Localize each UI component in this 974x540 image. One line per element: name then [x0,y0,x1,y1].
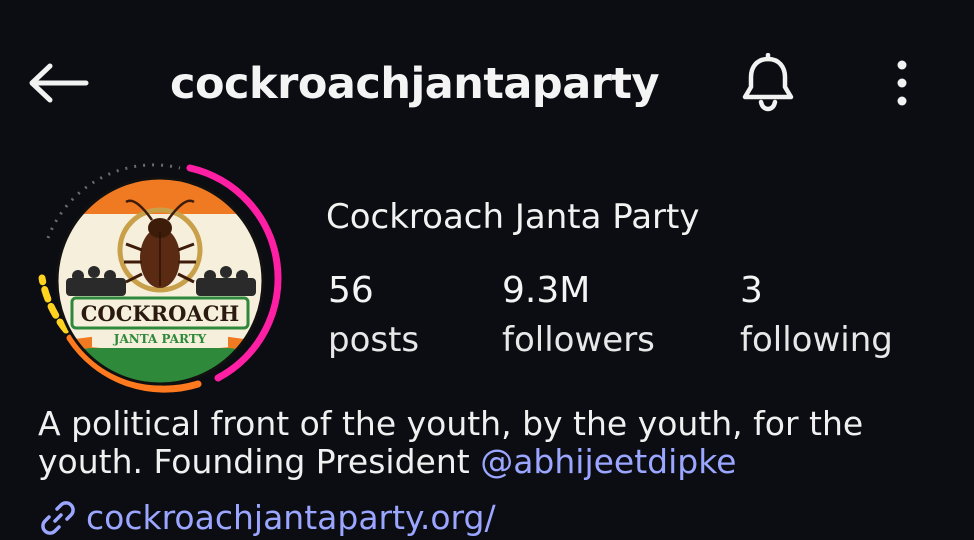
website-link-text: cockroachjantaparty.org/ [86,498,496,537]
stat-followers-value: 9.3M [502,270,591,311]
profile-avatar[interactable]: COCKROACH JANTA PARTY [30,158,290,398]
profile-bio: A political front of the youth, by the y… [38,405,958,481]
stat-following[interactable]: 3 following [740,268,893,366]
more-options-button[interactable] [880,50,924,116]
stat-following-label: following [740,320,893,360]
notifications-button[interactable] [732,50,804,116]
link-icon [41,501,75,535]
bio-mention-link[interactable]: @abhijeetdipke [480,442,736,481]
profile-username: cockroachjantaparty [170,59,660,109]
profile-website-link[interactable]: cockroachjantaparty.org/ [38,496,496,540]
more-vertical-icon [897,60,907,106]
arrow-left-icon [29,63,89,103]
logo-line2: JANTA PARTY [113,332,207,346]
logo-line1: COCKROACH [81,301,240,326]
stat-followers[interactable]: 9.3M followers [502,268,655,366]
stat-posts[interactable]: 56 posts [328,268,419,366]
stat-followers-label: followers [502,320,655,360]
profile-header: cockroachjantaparty [0,0,974,170]
stat-posts-value: 56 [328,270,374,311]
profile-display-name: Cockroach Janta Party [326,197,700,237]
bio-text: A political front of the youth, by the y… [38,404,864,481]
avatar: COCKROACH JANTA PARTY [38,163,282,393]
bell-icon [742,53,794,112]
stat-posts-label: posts [328,320,420,360]
stat-following-value: 3 [740,270,763,311]
back-button[interactable] [22,55,94,111]
